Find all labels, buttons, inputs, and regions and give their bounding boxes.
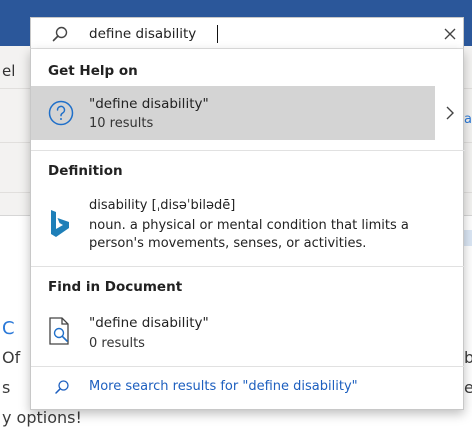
section-divider [31, 266, 465, 267]
background-text-fragment: ab [464, 112, 472, 127]
find-in-document-heading: Find in Document [48, 279, 183, 295]
get-help-heading: Get Help on [48, 63, 138, 79]
background-text-fragment: ev [464, 378, 472, 397]
bing-logo-icon [51, 210, 69, 237]
get-help-item-title: "define disability" [89, 96, 209, 112]
background-text-fragment: el [2, 62, 16, 80]
background-text-fragment: b [464, 348, 472, 367]
more-search-results-label: More search results for "define disabili… [89, 379, 358, 394]
find-item-count: 0 results [89, 336, 145, 351]
get-help-result-item[interactable]: "define disability" 10 results [31, 86, 435, 140]
more-search-results-link[interactable]: More search results for "define disabili… [31, 367, 465, 409]
background-text-fragment: Of [2, 348, 21, 367]
question-circle-icon [48, 100, 74, 126]
find-item-title: "define disability" [89, 315, 209, 331]
section-divider [31, 150, 465, 151]
search-icon [55, 380, 69, 394]
close-icon [444, 28, 456, 40]
search-results-panel: Get Help on "define disability" 10 resul… [30, 49, 465, 410]
get-help-item-count: 10 results [89, 116, 154, 131]
search-input[interactable] [89, 22, 429, 46]
expand-help-button[interactable] [435, 86, 465, 140]
background-heading-fragment: C [2, 318, 15, 339]
definition-heading: Definition [48, 163, 123, 179]
definition-term: disability [ˌdisəˈbilədē] [89, 198, 236, 213]
search-icon [52, 26, 68, 42]
background-text-fragment: y options! [2, 408, 82, 427]
document-search-icon [49, 317, 69, 345]
find-in-document-result-item[interactable]: "define disability" 0 results [31, 307, 465, 357]
text-caret [217, 25, 218, 43]
chevron-right-icon [446, 106, 454, 120]
search-box[interactable] [30, 17, 464, 49]
clear-search-button[interactable] [439, 23, 461, 45]
definition-text: noun. a physical or mental condition tha… [89, 218, 409, 251]
background-text-fragment: s [2, 378, 11, 397]
